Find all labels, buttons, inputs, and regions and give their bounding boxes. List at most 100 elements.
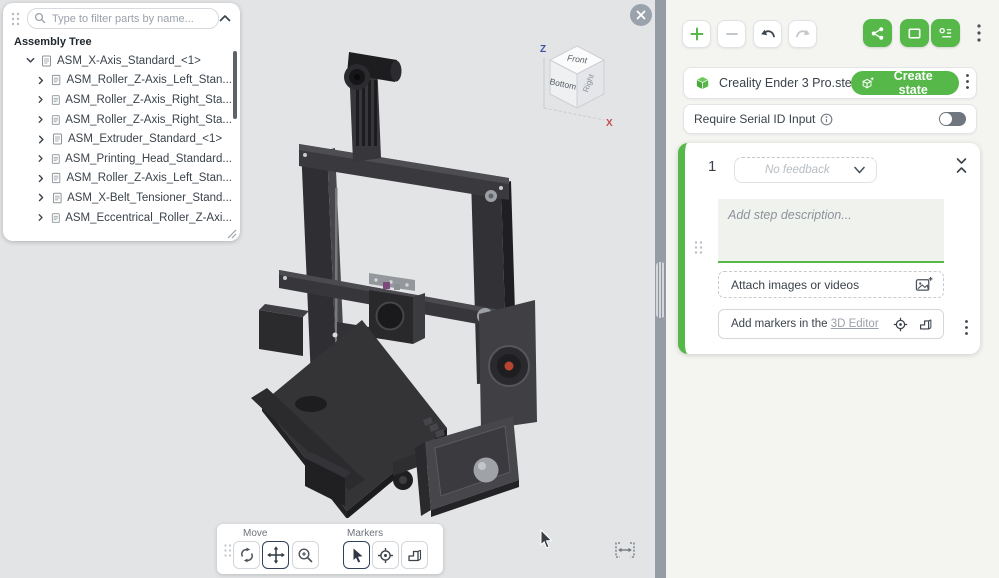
parts-filter-input[interactable] — [27, 8, 219, 29]
step-options-button[interactable] — [964, 319, 969, 339]
part-icon — [41, 55, 52, 67]
fit-view-icon[interactable] — [611, 538, 639, 562]
tree-item[interactable]: ASM_X-Axis_Standard_<1> — [3, 51, 232, 71]
orbit-icon — [237, 545, 257, 565]
assembly-tree: ASM_X-Axis_Standard_<1> ASM_Roller_Z-Axi… — [3, 51, 232, 227]
chevron-down-icon[interactable] — [25, 55, 36, 66]
feedback-dropdown[interactable]: No feedback — [734, 157, 877, 183]
target-marker-icon[interactable] — [892, 316, 909, 333]
tree-item-label: ASM_Roller_Z-Axis_Left_Stan... — [66, 74, 232, 86]
kebab-icon — [965, 73, 970, 90]
view-cube[interactable]: Z Front Bottom Right X — [528, 36, 624, 128]
drag-handle-icon[interactable] — [223, 543, 233, 558]
tree-item[interactable]: ASM_Extruder_Standard_<1> — [3, 129, 232, 149]
chevron-right-icon[interactable] — [36, 192, 47, 203]
3d-editor-link[interactable]: 3D Editor — [831, 318, 879, 330]
share-button[interactable] — [863, 19, 892, 47]
part-icon — [51, 172, 61, 184]
add-markers-row: Add markers in the 3D Editor — [718, 309, 944, 339]
tree-item[interactable]: ASM_Roller_Z-Axis_Right_Sta... — [3, 90, 232, 110]
screen-icon — [906, 25, 923, 42]
tree-item[interactable]: ASM_Printing_Head_Standard... — [3, 149, 232, 169]
printer-3d-model[interactable] — [245, 28, 545, 518]
panel-resize-handle[interactable] — [225, 227, 237, 239]
chevron-right-icon[interactable] — [36, 153, 46, 164]
create-state-icon — [860, 75, 874, 91]
pan-tool-button[interactable] — [262, 541, 289, 569]
zoom-in-icon — [296, 546, 315, 565]
file-options-button[interactable] — [965, 73, 970, 93]
add-step-button[interactable] — [682, 20, 711, 48]
tree-item-label: ASM_Printing_Head_Standard... — [65, 153, 232, 165]
target-marker-tool-button[interactable] — [372, 541, 399, 569]
target-icon — [376, 546, 395, 565]
tree-item[interactable]: ASM_Roller_Z-Axis_Left_Stan... — [3, 71, 232, 91]
part-icon — [51, 212, 61, 224]
tree-item-label: ASM_Eccentrical_Roller_Z-Axi... — [65, 212, 232, 224]
tree-item[interactable]: ASM_Eccentrical_Roller_Z-Axi... — [3, 208, 232, 228]
step-drag-handle-icon[interactable] — [693, 240, 704, 255]
panel-divider[interactable] — [655, 0, 666, 578]
steps-marker-tool-button[interactable] — [401, 541, 428, 569]
create-state-button[interactable]: Create state — [851, 71, 959, 95]
redo-icon — [794, 26, 812, 42]
select-marker-tool-button[interactable] — [343, 541, 370, 569]
chevron-right-icon[interactable] — [36, 114, 46, 125]
orbit-tool-button[interactable] — [233, 541, 260, 569]
chevron-right-icon[interactable] — [36, 173, 46, 184]
checklist-icon — [937, 25, 954, 42]
axis-z-label: Z — [540, 44, 546, 55]
add-image-icon — [914, 276, 934, 293]
part-icon — [52, 133, 63, 145]
3d-steps-marker-icon[interactable] — [917, 316, 934, 333]
info-icon[interactable] — [820, 113, 833, 126]
remove-step-button[interactable] — [717, 20, 746, 48]
3d-viewport[interactable]: Z Front Bottom Right X — [0, 0, 655, 578]
move-group-label: Move — [243, 528, 267, 539]
3d-steps-icon — [405, 546, 424, 565]
tree-item-label: ASM_Extruder_Standard_<1> — [68, 133, 222, 145]
chevron-right-icon[interactable] — [36, 212, 46, 223]
authoring-panel: Creality Ender 3 Pro.step Create state R — [666, 0, 999, 578]
undo-icon — [759, 26, 777, 42]
feedback-dropdown-value: No feedback — [765, 164, 830, 176]
chevron-down-icon — [853, 166, 866, 175]
chevron-right-icon[interactable] — [36, 134, 47, 145]
serial-id-label: Require Serial ID Input — [694, 112, 815, 126]
tree-item[interactable]: ASM_X-Belt_Tensioner_Stand... — [3, 188, 232, 208]
drag-handle-icon[interactable] — [10, 11, 21, 27]
attach-media-button[interactable]: Attach images or videos — [718, 271, 944, 298]
panel-scrollbar[interactable] — [233, 51, 237, 119]
close-viewport-button[interactable] — [630, 4, 652, 26]
tree-item-label: ASM_X-Belt_Tensioner_Stand... — [67, 192, 232, 204]
tree-item[interactable]: ASM_Roller_Z-Axis_Right_Sta... — [3, 110, 232, 130]
checklist-button[interactable] — [931, 19, 960, 47]
collapse-panel-button[interactable] — [218, 11, 232, 26]
chevron-right-icon[interactable] — [36, 94, 46, 105]
assembly-tree-panel: Assembly Tree ASM_X-Axis_Standard_<1> AS… — [3, 3, 240, 241]
search-icon — [34, 12, 46, 24]
part-icon — [51, 114, 61, 126]
chevron-right-icon[interactable] — [36, 75, 46, 86]
step-description-input[interactable] — [718, 199, 944, 263]
redo-button[interactable] — [788, 20, 817, 48]
add-markers-label: Add markers in the 3D Editor — [731, 318, 884, 330]
part-icon — [51, 94, 61, 106]
step-number: 1 — [708, 158, 716, 175]
tree-item[interactable]: ASM_Roller_Z-Axis_Left_Stan... — [3, 169, 232, 189]
step-card: 1 No feedback Attach images or videos — [678, 143, 980, 354]
plus-icon — [689, 26, 705, 42]
viewport-toolbar: Move Markers — [217, 524, 443, 574]
part-icon — [51, 74, 61, 86]
serial-id-toggle[interactable] — [939, 112, 966, 126]
assembly-tree-title: Assembly Tree — [14, 36, 92, 48]
more-options-button[interactable] — [976, 23, 982, 46]
divider-grip[interactable] — [656, 262, 665, 318]
zoom-tool-button[interactable] — [292, 541, 319, 569]
tree-item-label: ASM_Roller_Z-Axis_Right_Sta... — [65, 94, 232, 106]
3d-model-icon — [694, 74, 711, 92]
chevron-up-icon — [218, 13, 232, 23]
preview-button[interactable] — [900, 19, 929, 47]
undo-button[interactable] — [753, 20, 782, 48]
collapse-step-button[interactable] — [955, 157, 968, 177]
